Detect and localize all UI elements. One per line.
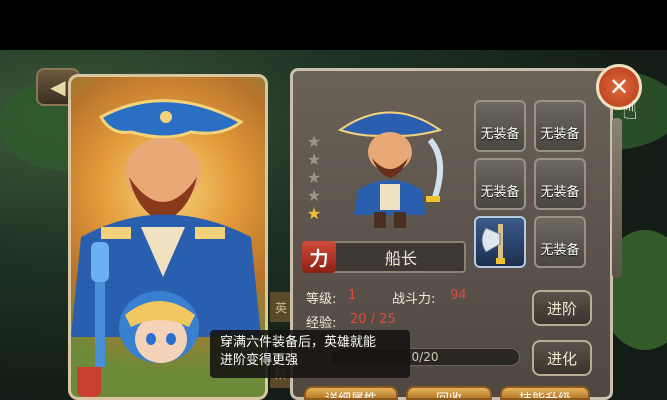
equipment-slot-2[interactable]: 无装备 [534,100,586,152]
level-label: 等级: [306,292,337,307]
hero-name: 船长 [384,249,417,268]
equipment-slot-6[interactable]: 无装备 [534,216,586,268]
star-icon-filled: ★ [306,204,322,223]
star-icon: ★ [306,168,322,187]
equipment-slot-4[interactable]: 无装备 [534,158,586,210]
tab-details[interactable]: 详细属性 [304,386,398,400]
star-icon: ★ [306,150,322,169]
power-label: 战斗力: [392,292,436,307]
pointer-hand-icon: ☝ [622,96,638,126]
equipment-slot-label: 无装备 [540,127,580,142]
tab-recycle[interactable]: 回收 [406,386,492,400]
advance-button[interactable]: 进阶 [532,290,592,326]
evolve-button[interactable]: 进化 [532,340,592,376]
panel-rail [612,118,622,278]
hero-class-badge: 力 [302,241,336,273]
tooltip-line-2: 进阶变得更强 [220,353,299,368]
star-icon: ★ [306,186,322,205]
level-value: 1 [348,288,357,303]
axe-icon [481,224,505,264]
star-rating: ★ ★ ★ ★ ★ [306,134,324,224]
equipment-slot-5[interactable] [474,216,526,268]
equipment-slot-1[interactable]: 无装备 [474,100,526,152]
equipment-slot-3[interactable]: 无装备 [474,158,526,210]
equipment-slot-label: 无装备 [540,185,580,200]
side-tag-hero: 英 [270,292,292,322]
star-icon: ★ [306,132,322,151]
hint-tooltip: 穿满六件装备后，英雄就能 进阶变得更强 [210,330,410,378]
exp-value: 20 / 25 [350,312,396,327]
equipment-slot-label: 无装备 [480,127,520,142]
tab-skill-upgrade[interactable]: 技能升级 [500,386,590,400]
arrow-left-icon: ◀ [50,75,66,99]
equipment-slot-label: 无装备 [480,185,520,200]
tooltip-line-1: 穿满六件装备后，英雄就能 [220,335,377,350]
exp-label: 经验: [306,316,337,331]
equipment-slot-label: 无装备 [540,243,580,258]
power-value: 94 [450,288,467,303]
hero-chibi-sprite [337,111,444,228]
